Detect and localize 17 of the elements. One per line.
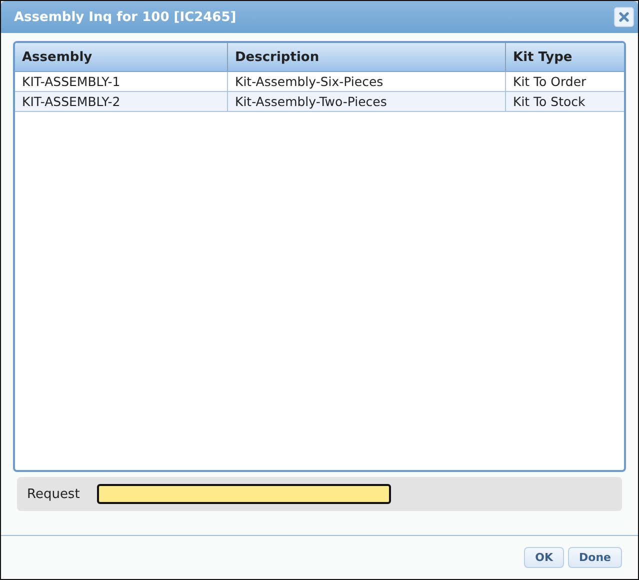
table-cell: Kit-Assembly-Two-Pieces (228, 92, 506, 111)
table-cell: Kit-Assembly-Six-Pieces (228, 72, 506, 91)
dialog-button[interactable]: OK (524, 547, 564, 568)
table-cell-text: Kit To Order (512, 73, 588, 91)
table-cell: KIT-ASSEMBLY-1 (15, 72, 228, 91)
table-cell-text: Kit To Stock (512, 93, 586, 111)
close-icon (619, 12, 629, 22)
request-label: Request (27, 486, 80, 502)
request-field[interactable] (96, 484, 391, 504)
column-header[interactable]: Assembly (15, 43, 228, 71)
window-title: Assembly Inq for 100 [IC2465] (14, 10, 236, 24)
column-header[interactable]: Description (228, 43, 506, 71)
close-button[interactable] (614, 7, 634, 27)
table-cell: KIT-ASSEMBLY-2 (15, 92, 228, 111)
table-row[interactable]: KIT-ASSEMBLY-2 Kit-Assembly-Two-Pieces Kit To Stock (15, 92, 624, 112)
column-header[interactable]: Kit Type (506, 43, 624, 71)
dialog-button[interactable]: Done (568, 547, 622, 568)
